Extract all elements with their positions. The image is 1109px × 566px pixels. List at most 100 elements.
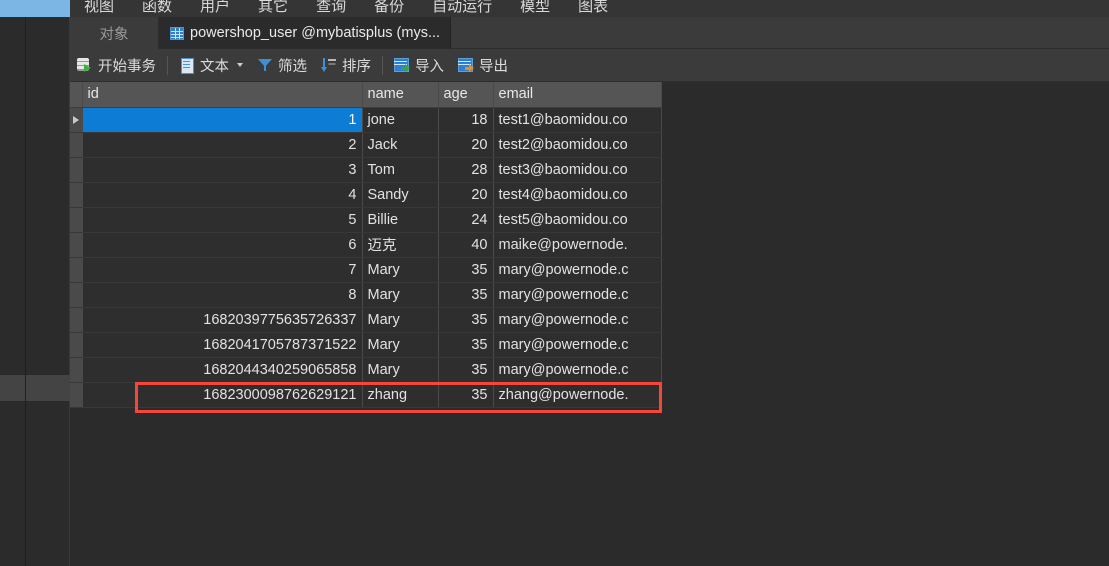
- column-header-id[interactable]: id: [82, 82, 363, 108]
- cell-id[interactable]: 8: [82, 282, 363, 308]
- cell-id[interactable]: 2: [82, 132, 363, 158]
- table-row[interactable]: 4 Sandy 20 test4@baomidou.co: [70, 182, 662, 208]
- menu-bar: 视图 函数 用户 其它 查询 备份 自动运行 模型 图表: [0, 0, 1109, 17]
- menu-item-4[interactable]: 查询: [302, 0, 360, 14]
- row-gutter[interactable]: [70, 232, 83, 258]
- text-button[interactable]: 文本: [172, 53, 250, 78]
- cell-id[interactable]: 1682041705787371522: [82, 332, 363, 358]
- column-header-age[interactable]: age: [438, 82, 494, 108]
- table-row[interactable]: 5 Billie 24 test5@baomidou.co: [70, 207, 662, 233]
- table-row[interactable]: 1682044340259065858 Mary 35 mary@powernode.…: [70, 357, 662, 383]
- cell-name[interactable]: Mary: [362, 332, 439, 358]
- cell-email[interactable]: mary@powernode.c: [493, 257, 662, 283]
- cell-name[interactable]: 迈克: [362, 232, 439, 258]
- cell-age[interactable]: 35: [438, 307, 494, 333]
- cell-age[interactable]: 24: [438, 207, 494, 233]
- cell-id[interactable]: 1: [82, 107, 363, 133]
- cell-id[interactable]: 5: [82, 207, 363, 233]
- cell-email[interactable]: test4@baomidou.co: [493, 182, 662, 208]
- cell-id[interactable]: 1682039775635726337: [82, 307, 363, 333]
- cell-age[interactable]: 20: [438, 132, 494, 158]
- row-gutter[interactable]: [70, 357, 83, 383]
- cell-id[interactable]: 7: [82, 257, 363, 283]
- row-gutter[interactable]: [70, 282, 83, 308]
- row-gutter[interactable]: [70, 207, 83, 233]
- cell-id[interactable]: 1682044340259065858: [82, 357, 363, 383]
- table-row[interactable]: 2 Jack 20 test2@baomidou.co: [70, 132, 662, 158]
- table-row[interactable]: 6 迈克 40 maike@powernode.: [70, 232, 662, 258]
- cell-email[interactable]: mary@powernode.c: [493, 307, 662, 333]
- table-row[interactable]: 1682039775635726337 Mary 35 mary@powernode.…: [70, 307, 662, 333]
- menu-item-0[interactable]: 视图: [70, 0, 128, 14]
- cell-age[interactable]: 35: [438, 382, 494, 408]
- export-button[interactable]: 导出: [451, 53, 515, 78]
- cell-name[interactable]: Mary: [362, 357, 439, 383]
- cell-age[interactable]: 18: [438, 107, 494, 133]
- cell-name[interactable]: Sandy: [362, 182, 439, 208]
- menu-item-3[interactable]: 其它: [244, 0, 302, 14]
- row-gutter[interactable]: [70, 307, 83, 333]
- start-transaction-button[interactable]: 开始事务: [70, 53, 163, 78]
- row-gutter[interactable]: [70, 107, 83, 133]
- cell-email[interactable]: mary@powernode.c: [493, 282, 662, 308]
- cell-email[interactable]: test3@baomidou.co: [493, 157, 662, 183]
- cell-name[interactable]: Mary: [362, 307, 439, 333]
- cell-email[interactable]: zhang@powernode.: [493, 382, 662, 408]
- row-gutter[interactable]: [70, 332, 83, 358]
- cell-id[interactable]: 1682300098762629121: [82, 382, 363, 408]
- table-row[interactable]: 1682300098762629121 zhang 35 zhang@powernod…: [70, 382, 662, 408]
- row-gutter[interactable]: [70, 182, 83, 208]
- cell-name[interactable]: Mary: [362, 282, 439, 308]
- cell-age[interactable]: 40: [438, 232, 494, 258]
- filter-button[interactable]: 筛选: [250, 53, 314, 78]
- cell-age[interactable]: 35: [438, 332, 494, 358]
- cell-age[interactable]: 35: [438, 257, 494, 283]
- sort-descending-icon: [321, 57, 337, 73]
- filter-funnel-icon: [257, 57, 273, 73]
- cell-id[interactable]: 3: [82, 157, 363, 183]
- cell-email[interactable]: mary@powernode.c: [493, 332, 662, 358]
- table-row[interactable]: 8 Mary 35 mary@powernode.c: [70, 282, 662, 308]
- menu-item-5[interactable]: 备份: [360, 0, 418, 14]
- menu-item-7[interactable]: 模型: [506, 0, 564, 14]
- import-label: 导入: [415, 58, 444, 75]
- cell-name[interactable]: Tom: [362, 157, 439, 183]
- import-button[interactable]: 导入: [387, 53, 451, 78]
- row-gutter[interactable]: [70, 257, 83, 283]
- row-gutter[interactable]: [70, 157, 83, 183]
- cell-id[interactable]: 4: [82, 182, 363, 208]
- tab-powershop-user[interactable]: powershop_user @mybatisplus (mys...: [159, 17, 452, 49]
- table-row[interactable]: 3 Tom 28 test3@baomidou.co: [70, 157, 662, 183]
- column-header-name[interactable]: name: [362, 82, 439, 108]
- tab-objects[interactable]: 对象: [70, 17, 159, 49]
- menu-item-1[interactable]: 函数: [128, 0, 186, 14]
- cell-id[interactable]: 6: [82, 232, 363, 258]
- cell-name[interactable]: jone: [362, 107, 439, 133]
- menu-item-6[interactable]: 自动运行: [418, 0, 506, 14]
- cell-age[interactable]: 28: [438, 157, 494, 183]
- cell-name[interactable]: zhang: [362, 382, 439, 408]
- row-gutter[interactable]: [70, 382, 83, 408]
- cell-name[interactable]: Billie: [362, 207, 439, 233]
- menu-item-2[interactable]: 用户: [186, 0, 244, 14]
- chevron-down-icon[interactable]: [237, 63, 243, 67]
- row-gutter[interactable]: [70, 132, 83, 158]
- cell-age[interactable]: 35: [438, 357, 494, 383]
- cell-name[interactable]: Jack: [362, 132, 439, 158]
- cell-email[interactable]: mary@powernode.c: [493, 357, 662, 383]
- cell-email[interactable]: test2@baomidou.co: [493, 132, 662, 158]
- cell-age[interactable]: 20: [438, 182, 494, 208]
- cell-name[interactable]: Mary: [362, 257, 439, 283]
- cell-email[interactable]: maike@powernode.: [493, 232, 662, 258]
- table-row[interactable]: 1 jone 18 test1@baomidou.co: [70, 107, 662, 133]
- sort-button[interactable]: 排序: [314, 53, 378, 78]
- table-row[interactable]: 7 Mary 35 mary@powernode.c: [70, 257, 662, 283]
- import-icon: [394, 57, 410, 73]
- cell-age[interactable]: 35: [438, 282, 494, 308]
- start-transaction-label: 开始事务: [98, 58, 156, 75]
- cell-email[interactable]: test5@baomidou.co: [493, 207, 662, 233]
- column-header-email[interactable]: email: [493, 82, 662, 108]
- table-row[interactable]: 1682041705787371522 Mary 35 mary@powernode.…: [70, 332, 662, 358]
- menu-item-8[interactable]: 图表: [564, 0, 622, 14]
- cell-email[interactable]: test1@baomidou.co: [493, 107, 662, 133]
